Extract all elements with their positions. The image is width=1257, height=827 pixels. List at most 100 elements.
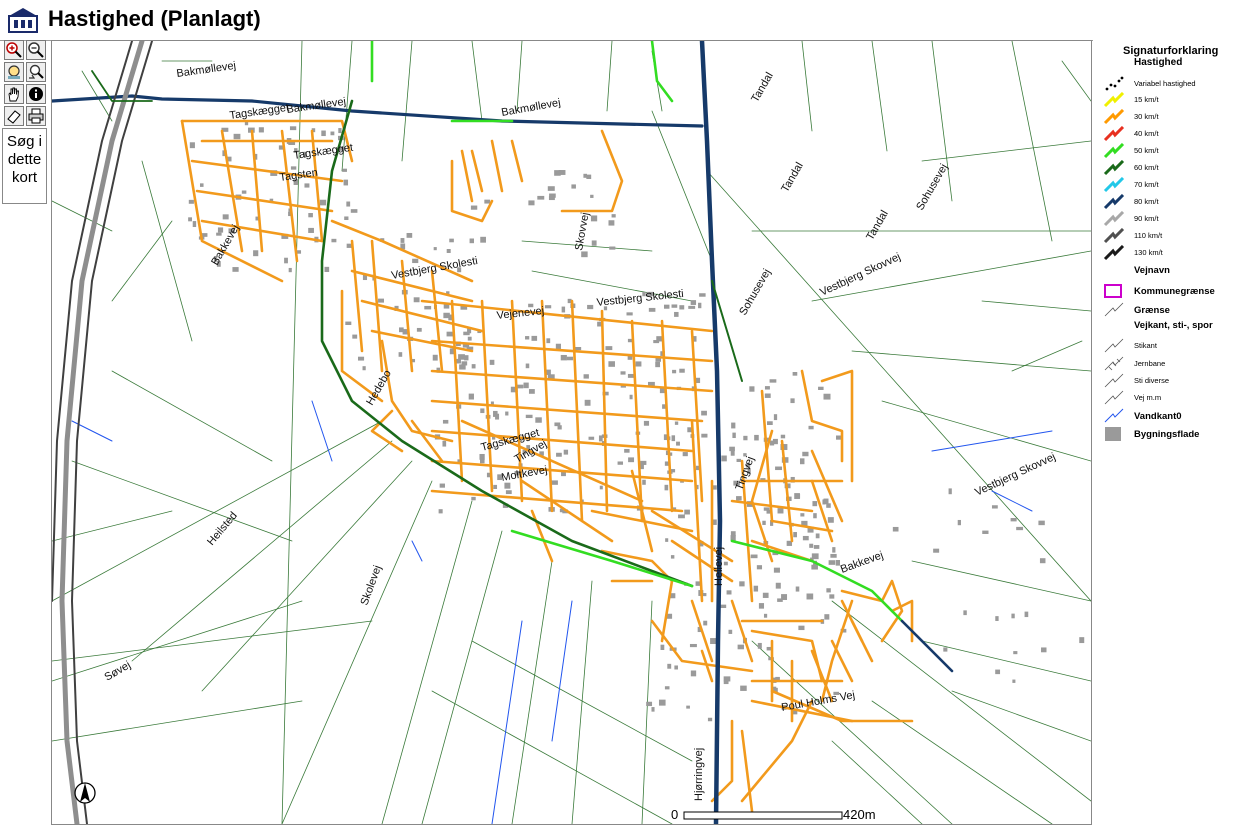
building xyxy=(288,267,292,273)
street-30kmt xyxy=(830,639,854,683)
field-boundary-line xyxy=(981,300,1091,312)
building xyxy=(827,517,834,523)
map-canvas[interactable]: Bakmøllevej Bakmøllevej Tagskægget Tagskægg… xyxy=(51,40,1092,825)
building xyxy=(222,214,229,220)
building xyxy=(777,508,784,514)
building xyxy=(707,717,713,722)
building xyxy=(342,168,347,172)
building xyxy=(432,354,438,361)
field-boundary-line xyxy=(131,440,393,662)
building xyxy=(710,638,717,645)
building xyxy=(699,293,706,297)
building xyxy=(199,183,204,187)
building xyxy=(345,321,352,325)
building xyxy=(643,420,650,426)
speed-symbol xyxy=(1103,108,1125,125)
building xyxy=(701,433,708,438)
building xyxy=(608,220,615,226)
building xyxy=(537,195,545,200)
field-boundary-line xyxy=(521,240,653,252)
building xyxy=(667,663,672,669)
vejkant-label: Jernbane xyxy=(1134,359,1166,368)
building xyxy=(773,567,780,573)
hand-icon[interactable] xyxy=(4,84,24,104)
street-30kmt xyxy=(660,319,674,513)
building xyxy=(793,532,797,538)
building xyxy=(1024,611,1029,618)
building xyxy=(467,336,472,341)
building xyxy=(659,388,665,394)
info-icon[interactable] xyxy=(26,84,46,104)
eraser-icon[interactable] xyxy=(4,106,24,126)
building xyxy=(823,393,831,400)
building xyxy=(679,305,685,310)
legend-title: Signaturforklaring xyxy=(1123,45,1219,57)
kommunegraense-symbol xyxy=(1103,283,1125,299)
vejkant-symbol xyxy=(1103,373,1125,389)
field-boundary-line xyxy=(111,370,273,462)
building xyxy=(216,232,222,236)
field-boundary-line xyxy=(52,620,373,662)
building xyxy=(544,305,552,309)
zoom-extent-icon[interactable] xyxy=(4,62,24,82)
building xyxy=(749,386,755,392)
speed-label: 40 km/t xyxy=(1134,129,1159,138)
street-30kmt xyxy=(430,459,694,483)
street-30kmt xyxy=(195,189,334,213)
building xyxy=(583,374,589,379)
street-30kmt xyxy=(560,129,624,213)
field-boundary-line xyxy=(471,41,483,122)
building xyxy=(546,369,551,375)
building xyxy=(813,513,817,519)
building xyxy=(304,183,310,188)
building xyxy=(712,485,717,490)
building xyxy=(651,707,655,712)
zoom-out-icon[interactable] xyxy=(26,40,46,60)
building xyxy=(583,173,587,178)
building xyxy=(664,484,669,491)
field-boundary-line xyxy=(871,700,1053,824)
building xyxy=(480,236,486,243)
building xyxy=(743,435,748,441)
building xyxy=(687,427,692,433)
building xyxy=(599,485,603,490)
printer-icon[interactable] xyxy=(26,106,46,126)
building xyxy=(591,240,597,246)
zoom-previous-icon[interactable] xyxy=(26,62,46,82)
building xyxy=(674,311,679,317)
building xyxy=(740,685,747,691)
building xyxy=(790,398,795,404)
building xyxy=(763,613,768,618)
field-boundary-line xyxy=(52,700,303,742)
road-label: Tandal xyxy=(864,208,891,242)
road-label: Bakmøllevej xyxy=(500,97,561,119)
building xyxy=(811,564,818,570)
building xyxy=(674,665,678,670)
speed-label: 110 km/t xyxy=(1134,231,1163,240)
building xyxy=(338,128,342,134)
building xyxy=(671,304,678,308)
zoom-in-icon[interactable] xyxy=(4,40,24,60)
building xyxy=(624,448,630,453)
legend-subtitle: Hastighed xyxy=(1134,57,1183,68)
building xyxy=(892,526,899,532)
building xyxy=(794,493,800,499)
speed-symbol xyxy=(1103,125,1125,142)
building xyxy=(963,610,967,616)
building xyxy=(433,247,437,251)
field-boundary-line xyxy=(381,500,473,824)
building xyxy=(982,530,989,534)
building xyxy=(321,130,326,137)
building xyxy=(1041,647,1047,653)
building xyxy=(493,484,498,490)
building xyxy=(617,461,624,465)
street-30kmt xyxy=(430,369,714,393)
road-label: Sohusevej xyxy=(737,267,773,317)
street-30kmt xyxy=(660,579,674,643)
building xyxy=(258,127,264,133)
building xyxy=(764,393,771,398)
building xyxy=(775,466,783,471)
water-line xyxy=(491,620,523,824)
search-map-button[interactable]: Søg i dette kort xyxy=(2,128,47,204)
road-label: Skolevej xyxy=(359,564,384,607)
